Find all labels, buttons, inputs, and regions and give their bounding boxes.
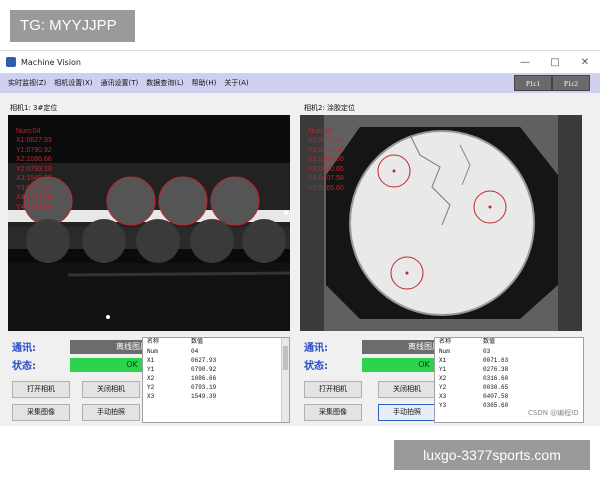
row-name: Y1 <box>439 366 447 373</box>
table-row: Y1 0276.38 <box>435 365 583 374</box>
tab-p1c1[interactable]: P1c1 <box>514 75 552 91</box>
table-row: X2 1086.66 <box>143 374 289 383</box>
overlay-line: Num:03 <box>308 128 333 135</box>
overlay-line: X3:0407.58 <box>308 175 344 183</box>
menu-camera-settings[interactable]: 相机设置(X) <box>54 78 92 88</box>
open-camera-button[interactable]: 打开相机 <box>12 381 70 398</box>
open-camera-button[interactable]: 打开相机 <box>304 381 362 398</box>
row-name: Y2 <box>147 384 155 391</box>
close-button[interactable]: ✕ <box>570 57 600 68</box>
capture-image-button[interactable]: 采集图像 <box>304 404 362 421</box>
manual-shot-button[interactable]: 手动拍照 <box>82 404 140 421</box>
table-row: Y2 0030.65 <box>435 383 583 392</box>
table-row: Num 03 <box>435 347 583 356</box>
table-row: Y2 0793.19 <box>143 383 289 392</box>
state-label: 状态: <box>12 361 36 372</box>
overlay-line: Y3:0790.89 <box>16 184 52 192</box>
row-value: 0030.65 <box>483 384 509 391</box>
menu-bar: 实时监视(Z) 相机设置(X) 通讯设置(T) 数据查询(L) 帮助(H) 关于… <box>0 73 600 93</box>
menu-data-query[interactable]: 数据查询(L) <box>146 78 183 88</box>
state-label: 状态: <box>304 361 328 372</box>
row-value: 04 <box>191 348 199 355</box>
row-name: X1 <box>439 357 447 364</box>
row-value: 0627.93 <box>191 357 217 364</box>
footer-url-tag: luxgo-3377sports.com <box>394 440 590 470</box>
overlay-line: X1:0627.93 <box>16 137 52 145</box>
row-name: Y3 <box>439 402 447 409</box>
row-value: 03 <box>483 348 491 355</box>
maximize-button[interactable]: □ <box>540 57 570 68</box>
menu-help[interactable]: 帮助(H) <box>192 78 217 88</box>
close-camera-button[interactable]: 关闭相机 <box>378 381 436 398</box>
overlay-line: X1:0071.63 <box>308 137 344 145</box>
row-name: X3 <box>147 393 155 400</box>
row-value: 0276.38 <box>483 366 509 373</box>
row-name: X2 <box>147 375 155 382</box>
telegram-tag: TG: MYYJJPP <box>10 10 135 42</box>
overlay-line: Y2:0793.19 <box>16 165 52 173</box>
comm-label: 通讯: <box>304 343 328 354</box>
menu-live-monitor[interactable]: 实时监视(Z) <box>8 78 46 88</box>
row-value: 0071.63 <box>483 357 509 364</box>
camera1-data-table[interactable]: 名称 数值 Num 04 X1 0627.93 Y1 0790.92 X2 1086.6… <box>142 337 290 423</box>
overlay-line: X4:2008.19 <box>16 194 52 202</box>
menu-comm-settings[interactable]: 通讯设置(T) <box>101 78 139 88</box>
close-camera-button[interactable]: 关闭相机 <box>82 381 140 398</box>
row-value: 0790.92 <box>191 366 217 373</box>
header-value: 数值 <box>191 339 204 345</box>
overlay-line: Y3:0365.60 <box>308 184 344 192</box>
row-value: 1086.66 <box>191 375 217 382</box>
csdn-watermark: CSDN @编程ID <box>528 409 579 417</box>
camera2-label: 相机2: 涂胶定位 <box>304 104 356 112</box>
table-row: X3 1549.39 <box>143 392 289 401</box>
camera2-view[interactable]: Num:03 X1:0071.63 Y1:0276.38 X2:0316.60 … <box>300 115 582 331</box>
header-name: 名称 <box>147 339 160 345</box>
table-header: 名称 数值 <box>435 338 583 347</box>
tab-p1c2[interactable]: P1c2 <box>552 75 590 91</box>
table-row: Num 04 <box>143 347 289 356</box>
camera1-overlay: Num:04 X1:0627.93 Y1:0790.92 X2:1086.66 … <box>16 127 52 212</box>
camera1-label: 相机1: 3#定位 <box>10 104 58 112</box>
camera1-view[interactable]: Num:04 X1:0627.93 Y1:0790.92 X2:1086.66 … <box>8 115 290 331</box>
app-icon <box>6 57 16 67</box>
manual-shot-button[interactable]: 手动拍照 <box>378 404 436 421</box>
row-name: X3 <box>439 393 447 400</box>
row-value: 0407.58 <box>483 393 509 400</box>
row-value: 0316.60 <box>483 375 509 382</box>
row-name: Y1 <box>147 366 155 373</box>
header-name: 名称 <box>439 339 452 345</box>
overlay-line: X3:1549.39 <box>16 175 52 183</box>
title-bar: Machine Vision — □ ✕ <box>0 51 600 73</box>
table-header: 名称 数值 <box>143 338 289 347</box>
table-row: Y1 0790.92 <box>143 365 289 374</box>
row-value: 0793.19 <box>191 384 217 391</box>
row-name: Num <box>147 348 158 355</box>
minimize-button[interactable]: — <box>510 57 540 68</box>
comm-label: 通讯: <box>12 343 36 354</box>
machine-vision-window: Machine Vision — □ ✕ 实时监视(Z) 相机设置(X) 通讯设… <box>0 50 600 426</box>
row-name: X2 <box>439 375 447 382</box>
row-name: Y2 <box>439 384 447 391</box>
overlay-line: Y1:0276.38 <box>308 146 344 154</box>
row-name: Num <box>439 348 450 355</box>
table-row: X1 0627.93 <box>143 356 289 365</box>
overlay-line: Y2:0030.65 <box>308 165 344 173</box>
table-row: X3 0407.58 <box>435 392 583 401</box>
table-scrollbar[interactable] <box>281 338 289 422</box>
capture-image-button[interactable]: 采集图像 <box>12 404 70 421</box>
row-name: X1 <box>147 357 155 364</box>
overlay-line: Y1:0790.92 <box>16 146 52 154</box>
overlay-line: X2:1086.66 <box>16 156 52 164</box>
row-value: 1549.39 <box>191 393 217 400</box>
header-value: 数值 <box>483 339 496 345</box>
table-row: X2 0316.60 <box>435 374 583 383</box>
window-title: Machine Vision <box>21 57 81 67</box>
table-row: X1 0071.63 <box>435 356 583 365</box>
menu-about[interactable]: 关于(A) <box>224 78 248 88</box>
camera2-overlay: Num:03 X1:0071.63 Y1:0276.38 X2:0316.60 … <box>308 127 344 193</box>
overlay-line: Y4:0792.59 <box>16 203 52 211</box>
overlay-line: X2:0316.60 <box>308 156 344 164</box>
overlay-line: Num:04 <box>16 128 41 135</box>
